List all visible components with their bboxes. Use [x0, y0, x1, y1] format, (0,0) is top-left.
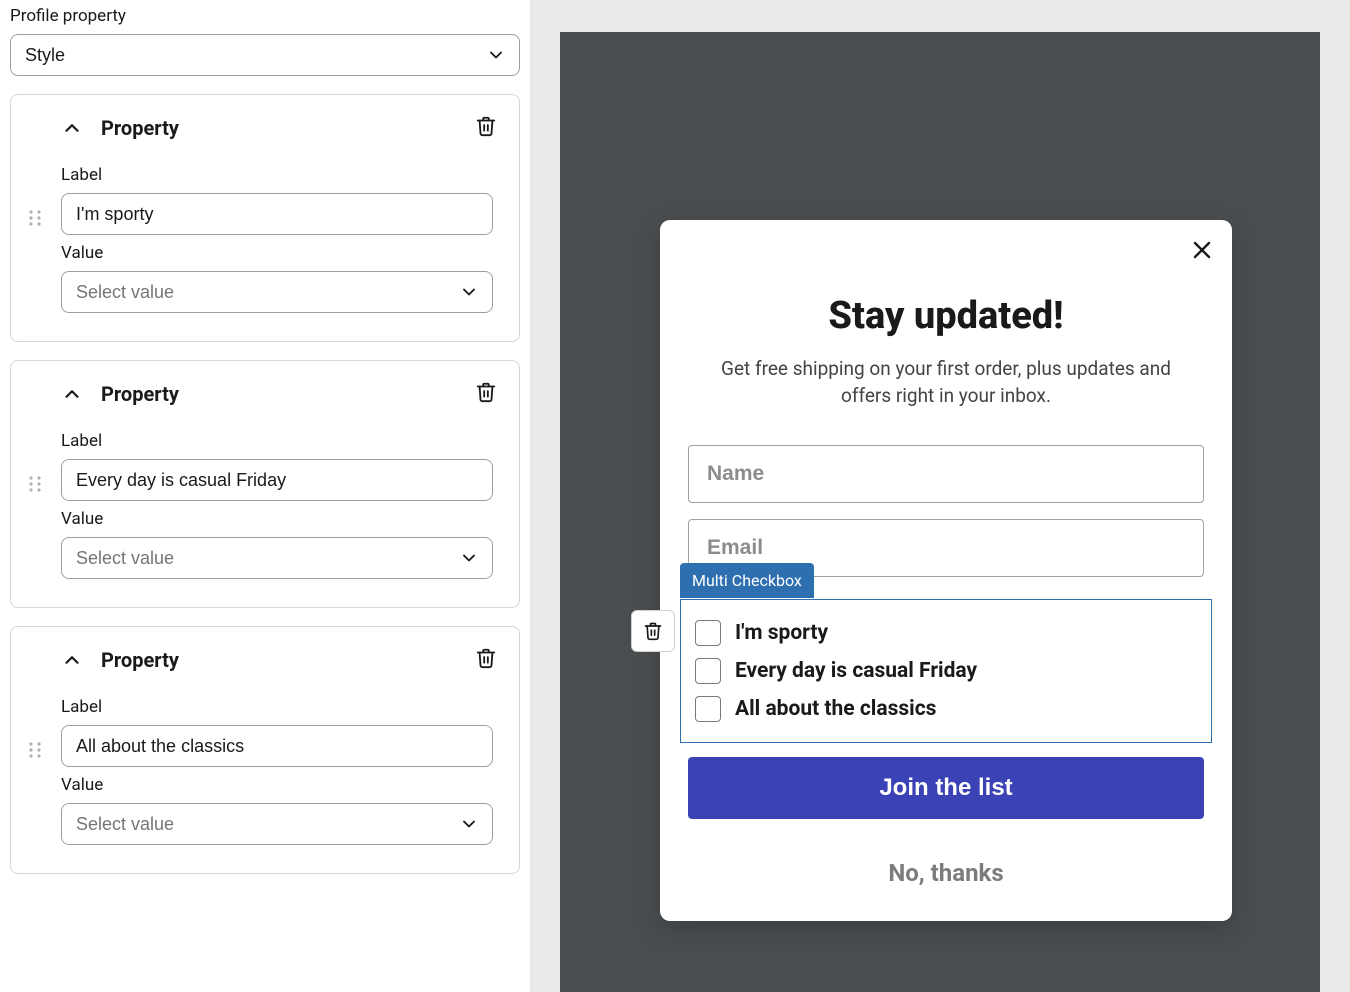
drag-handle-icon[interactable] — [29, 740, 41, 760]
chevron-up-icon[interactable] — [61, 383, 83, 405]
property-heading: Property — [101, 382, 179, 406]
property-card: Property Label Value — [10, 94, 520, 342]
checkbox-label: Every day is casual Friday — [735, 659, 977, 683]
profile-property-select-wrap — [10, 34, 520, 76]
label-input[interactable] — [61, 725, 493, 767]
editor-left-panel: Profile property Property Label Value — [0, 0, 530, 992]
popup-title: Stay updated! — [688, 294, 1204, 338]
label-input[interactable] — [61, 193, 493, 235]
property-heading: Property — [101, 116, 179, 140]
delete-property-button[interactable] — [471, 377, 501, 411]
value-select[interactable] — [61, 537, 493, 579]
checkbox-option[interactable]: I'm sporty — [695, 614, 1195, 652]
value-field-label: Value — [61, 775, 501, 795]
preview-panel: Stay updated! Get free shipping on your … — [530, 0, 1350, 992]
checkbox-option[interactable]: Every day is casual Friday — [695, 652, 1195, 690]
dismiss-link[interactable]: No, thanks — [688, 859, 1204, 887]
multi-checkbox-box[interactable]: I'm sporty Every day is casual Friday Al… — [680, 599, 1212, 743]
label-input[interactable] — [61, 459, 493, 501]
checkbox-option[interactable]: All about the classics — [695, 690, 1195, 728]
value-select[interactable] — [61, 803, 493, 845]
popup-subtitle: Get free shipping on your first order, p… — [696, 356, 1196, 409]
property-card: Property Label Value — [10, 626, 520, 874]
delete-property-button[interactable] — [471, 643, 501, 677]
multi-checkbox-component: Multi Checkbox I'm sporty Every day is c… — [688, 599, 1204, 743]
profile-property-label: Profile property — [10, 6, 520, 26]
checkbox-label: All about the classics — [735, 697, 936, 721]
drag-handle-icon[interactable] — [29, 474, 41, 494]
chevron-up-icon[interactable] — [61, 649, 83, 671]
name-input[interactable] — [688, 445, 1204, 503]
preview-stage: Stay updated! Get free shipping on your … — [560, 32, 1320, 992]
checkbox-icon[interactable] — [695, 658, 721, 684]
label-field-label: Label — [61, 165, 501, 185]
property-card: Property Label Value — [10, 360, 520, 608]
property-header: Property — [61, 635, 501, 689]
property-header: Property — [61, 103, 501, 157]
profile-property-select[interactable] — [10, 34, 520, 76]
property-header: Property — [61, 369, 501, 423]
checkbox-icon[interactable] — [695, 696, 721, 722]
value-field-label: Value — [61, 243, 501, 263]
delete-component-button[interactable] — [631, 610, 675, 652]
signup-popup: Stay updated! Get free shipping on your … — [660, 220, 1232, 921]
value-select[interactable] — [61, 271, 493, 313]
join-button[interactable]: Join the list — [688, 757, 1204, 819]
value-field-label: Value — [61, 509, 501, 529]
close-icon[interactable] — [1190, 238, 1214, 262]
property-heading: Property — [101, 648, 179, 672]
label-field-label: Label — [61, 697, 501, 717]
label-field-label: Label — [61, 431, 501, 451]
checkbox-label: I'm sporty — [735, 621, 828, 645]
drag-handle-icon[interactable] — [29, 208, 41, 228]
component-tag: Multi Checkbox — [680, 563, 814, 598]
checkbox-icon[interactable] — [695, 620, 721, 646]
chevron-up-icon[interactable] — [61, 117, 83, 139]
delete-property-button[interactable] — [471, 111, 501, 145]
